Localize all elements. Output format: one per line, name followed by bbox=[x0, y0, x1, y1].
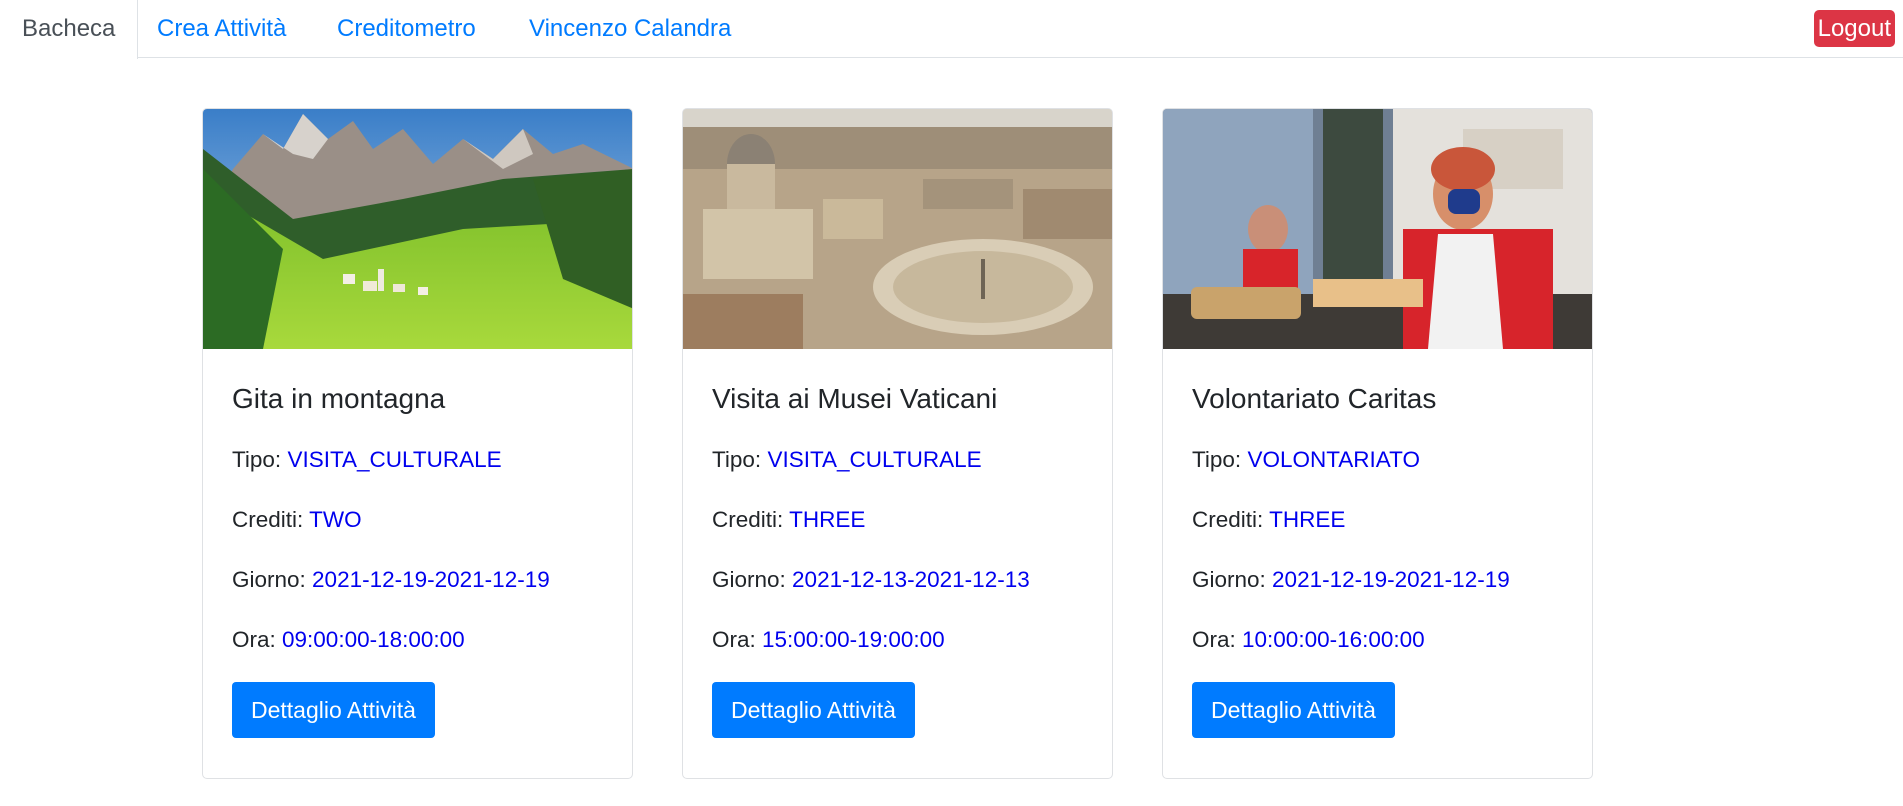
activity-card: Gita in montagna Tipo: VISITA_CULTURALE … bbox=[202, 108, 633, 779]
dettaglio-attivita-button[interactable]: Dettaglio Attività bbox=[712, 682, 915, 738]
card-title: Volontariato Caritas bbox=[1192, 383, 1437, 414]
card-title: Visita ai Musei Vaticani bbox=[712, 383, 998, 414]
mountain-village-photo bbox=[203, 109, 632, 349]
activity-card: Volontariato Caritas Tipo: VOLONTARIATO … bbox=[1162, 108, 1593, 779]
dettaglio-attivita-button[interactable]: Dettaglio Attività bbox=[1192, 682, 1395, 738]
card-tipo: Tipo: VISITA_CULTURALE bbox=[712, 447, 982, 472]
card-title: Gita in montagna bbox=[232, 383, 446, 414]
tab-crea-attivita[interactable]: Crea Attività bbox=[157, 0, 286, 58]
card-giorno: Giorno: 2021-12-19-2021-12-19 bbox=[1192, 567, 1510, 592]
top-navbar: Bacheca Crea Attività Creditometro Vince… bbox=[0, 0, 1903, 59]
logout-button[interactable]: Logout bbox=[1813, 10, 1895, 47]
card-tipo: Tipo: VOLONTARIATO bbox=[1192, 447, 1420, 472]
tab-profile-vincenzo-calandra[interactable]: Vincenzo Calandra bbox=[529, 0, 731, 58]
tab-bacheca[interactable]: Bacheca bbox=[0, 0, 139, 59]
card-giorno: Giorno: 2021-12-19-2021-12-19 bbox=[232, 567, 550, 592]
vatican-aerial-photo bbox=[683, 109, 1112, 349]
card-ora: Ora: 09:00:00-18:00:00 bbox=[232, 627, 465, 652]
card-ora: Ora: 15:00:00-19:00:00 bbox=[712, 627, 945, 652]
card-giorno: Giorno: 2021-12-13-2021-12-13 bbox=[712, 567, 1030, 592]
card-ora: Ora: 10:00:00-16:00:00 bbox=[1192, 627, 1425, 652]
caritas-volunteer-photo bbox=[1163, 109, 1592, 349]
card-tipo: Tipo: VISITA_CULTURALE bbox=[232, 447, 502, 472]
card-crediti: Crediti: TWO bbox=[232, 507, 362, 532]
dettaglio-attivita-button[interactable]: Dettaglio Attività bbox=[232, 682, 435, 738]
tab-creditometro[interactable]: Creditometro bbox=[337, 0, 476, 58]
activity-card: Visita ai Musei Vaticani Tipo: VISITA_CU… bbox=[682, 108, 1113, 779]
card-crediti: Crediti: THREE bbox=[1192, 507, 1346, 532]
card-crediti: Crediti: THREE bbox=[712, 507, 866, 532]
